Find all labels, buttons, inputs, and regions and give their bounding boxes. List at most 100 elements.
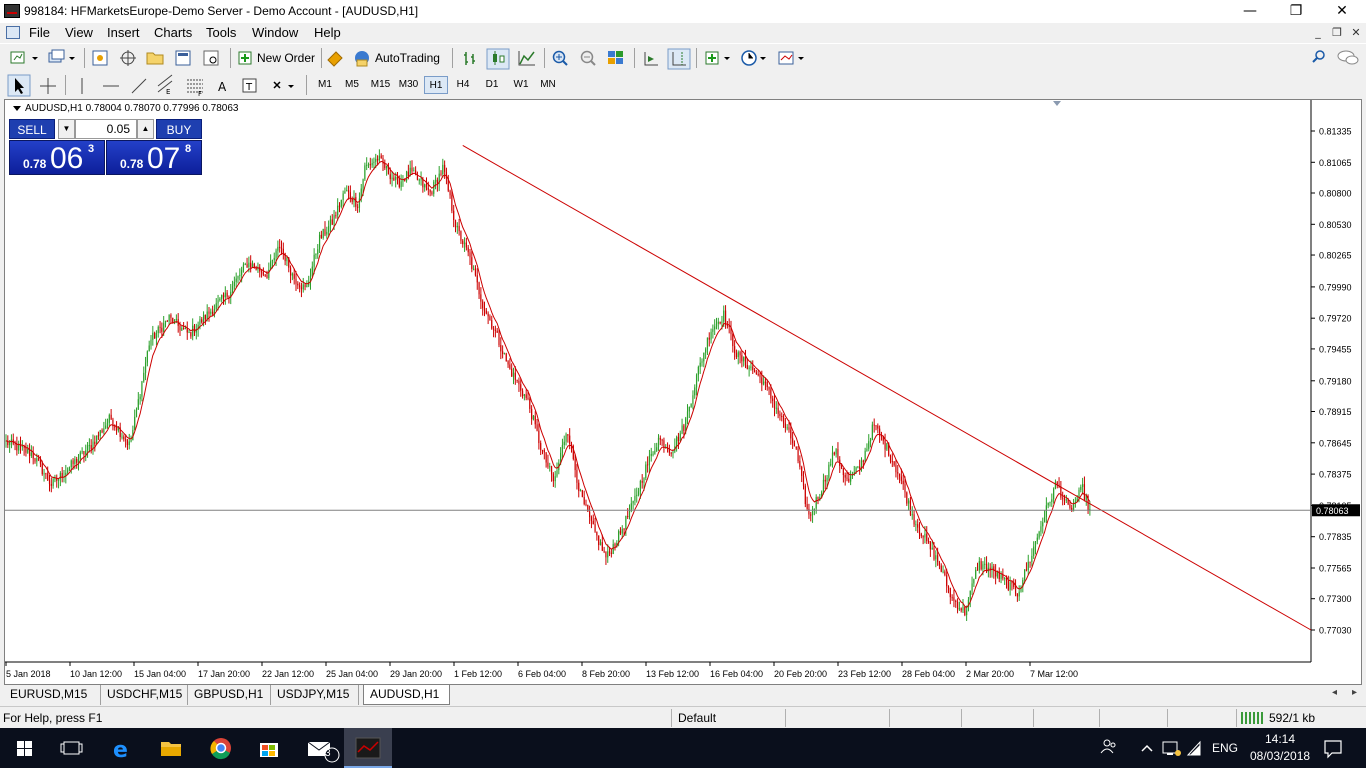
tab-usdchf-m15[interactable]: USDCHF,M15 — [101, 685, 188, 705]
zoom-out-icon[interactable] — [580, 50, 596, 66]
new-order-button[interactable]: New Order — [257, 47, 315, 69]
candle-body — [219, 298, 221, 301]
market-watch-icon[interactable] — [92, 50, 108, 66]
text-icon[interactable]: A — [218, 80, 227, 94]
chrome-icon[interactable] — [210, 738, 231, 760]
navigator-icon[interactable] — [120, 50, 136, 66]
candle-body — [902, 480, 904, 485]
close-button[interactable]: ✕ — [1319, 0, 1365, 23]
timeframe-m15-button[interactable]: M15 — [367, 76, 394, 94]
auto-trading-icon[interactable] — [355, 51, 369, 67]
buy-button[interactable]: BUY — [156, 119, 202, 139]
timeframe-mn-button[interactable]: MN — [536, 76, 560, 94]
chart-close-button[interactable]: ✕ — [1347, 26, 1365, 40]
sell-button[interactable]: SELL — [9, 119, 55, 139]
clock-date[interactable]: 08/03/2018 — [1250, 749, 1310, 763]
candle-body — [788, 427, 790, 430]
sell-price-button[interactable]: 0.78 06 3 — [9, 140, 105, 175]
minimize-button[interactable]: — — [1227, 0, 1273, 23]
timeframe-d1-button[interactable]: D1 — [480, 76, 504, 94]
auto-scroll-icon[interactable] — [644, 52, 658, 66]
new-chart-icon[interactable] — [10, 51, 38, 64]
crosshair-icon[interactable] — [40, 78, 56, 94]
templates-icon[interactable] — [778, 51, 804, 65]
tab-audusd-h1[interactable]: AUDUSD,H1 — [363, 685, 450, 705]
timeframe-h4-button[interactable]: H4 — [451, 76, 475, 94]
current-price-label: 0.78063 — [1316, 506, 1349, 516]
chart-window[interactable]: 0.81335 0.81065 0.80800 0.80530 0.80265 0.799… — [4, 99, 1362, 685]
file-explorer-icon[interactable] — [161, 742, 181, 756]
timeframe-m1-button[interactable]: M1 — [314, 76, 336, 94]
clock-time[interactable]: 14:14 — [1265, 732, 1295, 746]
tab-usdjpy-m15[interactable]: USDJPY,M15 — [271, 685, 359, 705]
store-icon[interactable] — [260, 743, 278, 757]
menu-help[interactable]: Help — [311, 25, 344, 40]
arrows-icon[interactable] — [273, 81, 294, 89]
menu-tools[interactable]: Tools — [203, 25, 239, 40]
bar-chart-icon[interactable] — [464, 52, 475, 65]
tab-eurusd-m15[interactable]: EURUSD,M15 — [4, 685, 101, 705]
candle-body — [306, 285, 308, 288]
language-indicator[interactable]: ENG — [1212, 741, 1238, 755]
candle-body — [1007, 580, 1009, 590]
text-label-icon[interactable]: T — [242, 78, 257, 93]
wifi-icon[interactable] — [1186, 740, 1201, 756]
new-order-icon[interactable] — [238, 51, 252, 65]
notification-icon[interactable] — [1324, 740, 1342, 759]
fibonacci-icon[interactable]: F — [187, 79, 203, 98]
menu-view[interactable]: View — [62, 25, 96, 40]
tab-gbpusd-h1[interactable]: GBPUSD,H1 — [188, 685, 271, 705]
drawing-tools-icons: E F A T — [7, 74, 307, 98]
svg-text:T: T — [245, 82, 253, 93]
menu-file[interactable]: File — [26, 25, 53, 40]
task-view-icon[interactable] — [60, 741, 83, 755]
menu-window[interactable]: Window — [249, 25, 301, 40]
profiles-icon[interactable] — [48, 49, 75, 63]
terminal-icon[interactable] — [175, 50, 191, 66]
folder-icon[interactable] — [146, 52, 164, 65]
lot-decrease-button[interactable]: ▼ — [58, 119, 75, 139]
people-icon[interactable] — [1100, 739, 1116, 754]
candle-body — [166, 320, 168, 322]
trendline-icon[interactable] — [131, 78, 147, 94]
network-icon[interactable] — [1162, 741, 1181, 756]
candle-body — [451, 195, 453, 211]
periods-icon[interactable] — [741, 50, 766, 66]
zoom-in-icon[interactable] — [552, 50, 568, 66]
candle-body — [478, 282, 480, 295]
indicators-icon[interactable] — [705, 51, 730, 65]
channel-icon[interactable]: E — [157, 74, 173, 96]
chart-restore-button[interactable]: ❐ — [1328, 26, 1346, 40]
auto-trading-button[interactable]: AutoTrading — [375, 47, 440, 69]
lot-increase-button[interactable]: ▲ — [137, 119, 154, 139]
tile-windows-icon[interactable] — [608, 51, 623, 64]
tab-scroll-left-icon[interactable]: ◂ — [1332, 687, 1337, 698]
metatrader-taskbar-icon[interactable] — [355, 737, 381, 759]
buy-price-button[interactable]: 0.78 07 8 — [106, 140, 202, 175]
toolbar-icons — [10, 48, 1359, 70]
lot-size-input[interactable]: 0.05 — [75, 119, 137, 139]
restore-button[interactable]: ❐ — [1273, 0, 1319, 23]
price-chart[interactable]: 0.81335 0.81065 0.80800 0.80530 0.80265 0.799… — [5, 100, 1361, 684]
candle-body — [425, 184, 428, 189]
meta-editor-icon[interactable] — [327, 51, 343, 67]
timeframe-w1-button[interactable]: W1 — [509, 76, 533, 94]
menu-charts[interactable]: Charts — [151, 25, 195, 40]
timeframe-m30-button[interactable]: M30 — [395, 76, 422, 94]
search-icon[interactable] — [1312, 50, 1325, 63]
show-hidden-icons-icon[interactable] — [1141, 744, 1153, 752]
tab-scroll-right-icon[interactable]: ▸ — [1352, 687, 1357, 698]
edge-browser-icon[interactable]: e — [113, 738, 128, 763]
candle-body — [862, 460, 864, 462]
chart-minimize-button[interactable]: _ — [1309, 26, 1327, 40]
candle-body — [190, 332, 192, 337]
menu-insert[interactable]: Insert — [104, 25, 143, 40]
timeframe-h1-button[interactable]: H1 — [424, 76, 448, 94]
windows-start-icon[interactable] — [17, 741, 32, 756]
line-chart-icon[interactable] — [518, 51, 535, 66]
tester-icon[interactable] — [203, 50, 219, 66]
candle-body — [1034, 541, 1037, 547]
chat-icon[interactable] — [1337, 50, 1359, 65]
mail-icon[interactable] — [307, 741, 340, 763]
timeframe-m5-button[interactable]: M5 — [340, 76, 364, 94]
